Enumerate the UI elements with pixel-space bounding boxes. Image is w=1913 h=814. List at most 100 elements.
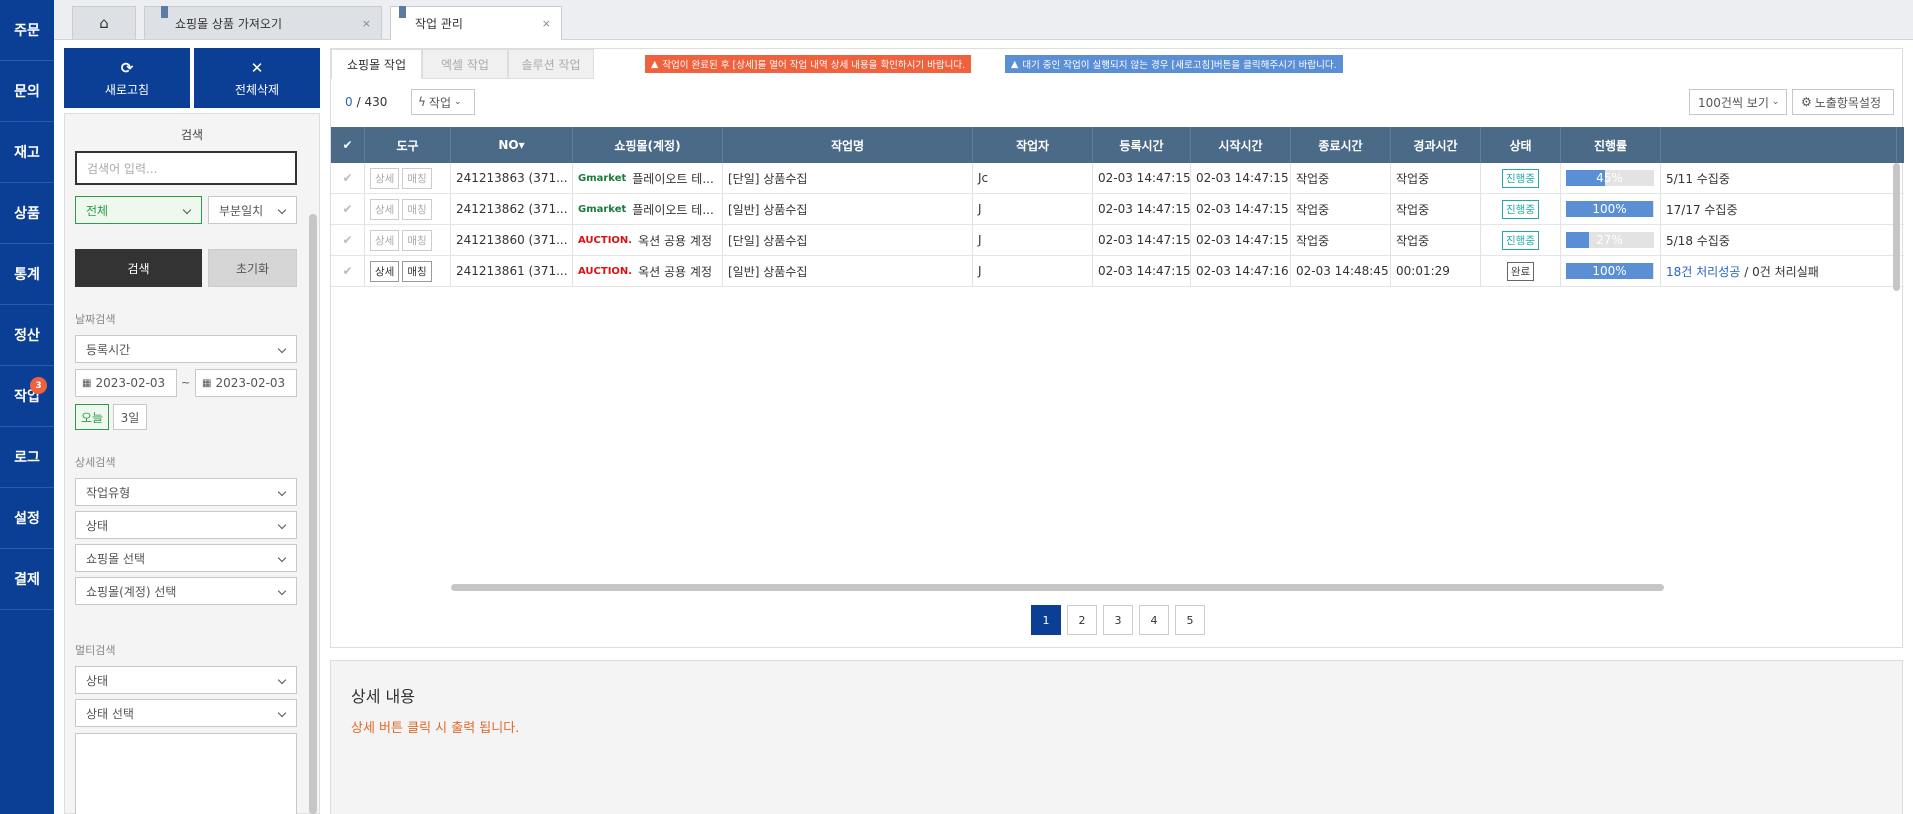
detail-button[interactable]: 상세 (370, 260, 400, 282)
table-row[interactable]: ✔ 상세 매칭 241213861 (371... AUCTION. 옥션 공용 계정 [일… (331, 256, 1904, 287)
table-cell: 완료 (1481, 256, 1561, 286)
refresh-icon: ⟳ (120, 58, 134, 77)
table-cell: 02-03 14:47:15 (1093, 225, 1191, 255)
three-days-button[interactable]: 3일 (113, 404, 147, 430)
job-table: ✔ 도구 NO ▾ 쇼핑몰(계정) 작업명 작업자 등록시간 시작시간 종료시간 경과시간 상태 진행… (331, 127, 1904, 287)
nav-item[interactable]: 설정 (0, 488, 54, 549)
nav-item[interactable]: 주문 (0, 0, 54, 61)
tab-excel-jobs[interactable]: 엑셀 작업 (422, 49, 508, 79)
account-select[interactable]: 쇼핑몰(계정) 선택 (75, 577, 297, 605)
start-time: 02-03 14:47:15 (1196, 202, 1289, 216)
action-dropdown[interactable]: ϟ 작업 ⌄ (411, 89, 475, 115)
select-all-checkbox[interactable]: ✔ (331, 127, 365, 163)
today-button[interactable]: 오늘 (75, 404, 109, 430)
tab-label: 작업 관리 (415, 17, 463, 31)
status-select[interactable]: 상태 (75, 511, 297, 539)
column-header: 등록시간 (1093, 127, 1191, 163)
page-button[interactable]: 5 (1175, 605, 1205, 635)
row-checkbox[interactable]: ✔ (331, 194, 365, 224)
table-cell: [일반] 상품수집 (723, 256, 973, 286)
nav-item[interactable]: 재고 (0, 122, 54, 183)
worker: J (978, 233, 982, 247)
progress-bar: 100% (1566, 263, 1654, 279)
row-checkbox[interactable]: ✔ (331, 163, 365, 193)
date-type-select[interactable]: 등록시간 (75, 335, 297, 363)
column-header-label: 등록시간 (1119, 138, 1164, 153)
registered-time: 02-03 14:47:15 (1098, 202, 1191, 216)
result-text: 5/11 수집중 (1666, 171, 1730, 186)
column-header: 경과시간 (1391, 127, 1481, 163)
progress-label: 100% (1592, 202, 1627, 216)
nav-item[interactable]: 정산 (0, 305, 54, 366)
row-checkbox[interactable]: ✔ (331, 256, 365, 286)
home-icon: ⌂ (99, 14, 109, 32)
match-select[interactable]: 부분일치 (208, 196, 297, 224)
job-number: 241213860 (371... (456, 233, 568, 247)
vertical-scrollbar[interactable] (1893, 163, 1900, 291)
tab-home[interactable]: ⌂ (72, 6, 136, 39)
search-button[interactable]: 검색 (75, 249, 202, 287)
calendar-icon: ▦ (202, 377, 212, 389)
nav-item[interactable]: 로그 (0, 427, 54, 488)
table-cell: 작업중 (1391, 194, 1481, 224)
date-to-input[interactable]: ▦ 2023-02-03 (195, 369, 297, 397)
detail-button[interactable]: 상세 (370, 198, 400, 220)
delete-all-button[interactable]: ✕ 전체삭제 (194, 48, 320, 108)
per-page-select[interactable]: 100건씩 보기 ⌄ (1689, 89, 1787, 115)
nav-item[interactable]: 상품 (0, 183, 54, 244)
status-badge: 진행중 (1502, 230, 1539, 250)
match-button[interactable]: 매칭 (402, 229, 432, 251)
search-input[interactable]: 검색어 입력... (75, 151, 297, 185)
sort-icon[interactable]: ▾ (519, 138, 525, 152)
date-from-input[interactable]: ▦ 2023-02-03 (75, 369, 177, 397)
scope-select[interactable]: 전체 (75, 196, 202, 224)
action-label: 작업 (428, 95, 452, 110)
nav-item[interactable]: 결제 (0, 549, 54, 610)
tab-shop-import[interactable]: 쇼핑몰 상품 가져오기 × (144, 6, 382, 39)
nav-label: 통계 (14, 267, 40, 283)
sidebar-scrollbar[interactable] (309, 214, 317, 814)
row-checkbox[interactable]: ✔ (331, 225, 365, 255)
bookmark-icon (399, 6, 406, 18)
bookmark-icon (161, 6, 168, 18)
table-cell: 02-03 14:48:45 (1291, 256, 1391, 286)
nav-item[interactable]: 문의 (0, 61, 54, 122)
tab-solution-jobs[interactable]: 솔루션 작업 (508, 49, 594, 79)
columns-setting-button[interactable]: ⚙ 노출항목설정 (1792, 89, 1894, 115)
nav-label: 로그 (14, 450, 40, 466)
table-cell: 02-03 14:47:15 (1191, 225, 1291, 255)
close-icon[interactable]: × (362, 17, 371, 30)
table-row[interactable]: ✔ 상세 매칭 241213862 (371... Gmarket 플레이오트 테... [… (331, 194, 1904, 225)
nav-item[interactable]: 통계 (0, 244, 54, 305)
table-row[interactable]: ✔ 상세 매칭 241213863 (371... Gmarket 플레이오트 테... [… (331, 163, 1904, 194)
reset-button[interactable]: 초기화 (208, 249, 297, 287)
page-button[interactable]: 3 (1103, 605, 1133, 635)
multi-search-textarea[interactable] (75, 733, 297, 814)
close-icon[interactable]: × (542, 17, 551, 30)
match-button[interactable]: 매칭 (402, 260, 432, 282)
multi-status-select[interactable]: 상태 (75, 666, 297, 694)
result-text: 5/18 수집중 (1666, 233, 1730, 248)
page-button[interactable]: 4 (1139, 605, 1169, 635)
tab-job-manage[interactable]: 작업 관리 × (390, 6, 562, 40)
mall-select[interactable]: 쇼핑몰 선택 (75, 544, 297, 572)
table-row[interactable]: ✔ 상세 매칭 241213860 (371... AUCTION. 옥션 공용 계정 [단… (331, 225, 1904, 256)
page-button[interactable]: 1 (1031, 605, 1061, 635)
refresh-button[interactable]: ⟳ 새로고침 (64, 48, 190, 108)
column-header: NO ▾ (451, 127, 573, 163)
job-type-select[interactable]: 작업유형 (75, 478, 297, 506)
multi-status-value-select[interactable]: 상태 선택 (75, 699, 297, 727)
mall-account: 옥션 공용 계정 (638, 264, 712, 279)
table-cell: 5/11 수집중 (1661, 163, 1897, 193)
detail-button[interactable]: 상세 (370, 229, 400, 251)
nav-item[interactable]: 작업 3 (0, 366, 54, 427)
match-button[interactable]: 매칭 (402, 167, 432, 189)
tab-shop-jobs[interactable]: 쇼핑몰 작업 (331, 49, 422, 79)
detail-button[interactable]: 상세 (370, 167, 400, 189)
horizontal-scrollbar[interactable] (451, 584, 1664, 591)
end-time: 작업중 (1296, 202, 1330, 217)
status-badge: 완료 (1506, 261, 1535, 281)
page-button[interactable]: 2 (1067, 605, 1097, 635)
job-name: [단일] 상품수집 (728, 233, 808, 248)
match-button[interactable]: 매칭 (402, 198, 432, 220)
